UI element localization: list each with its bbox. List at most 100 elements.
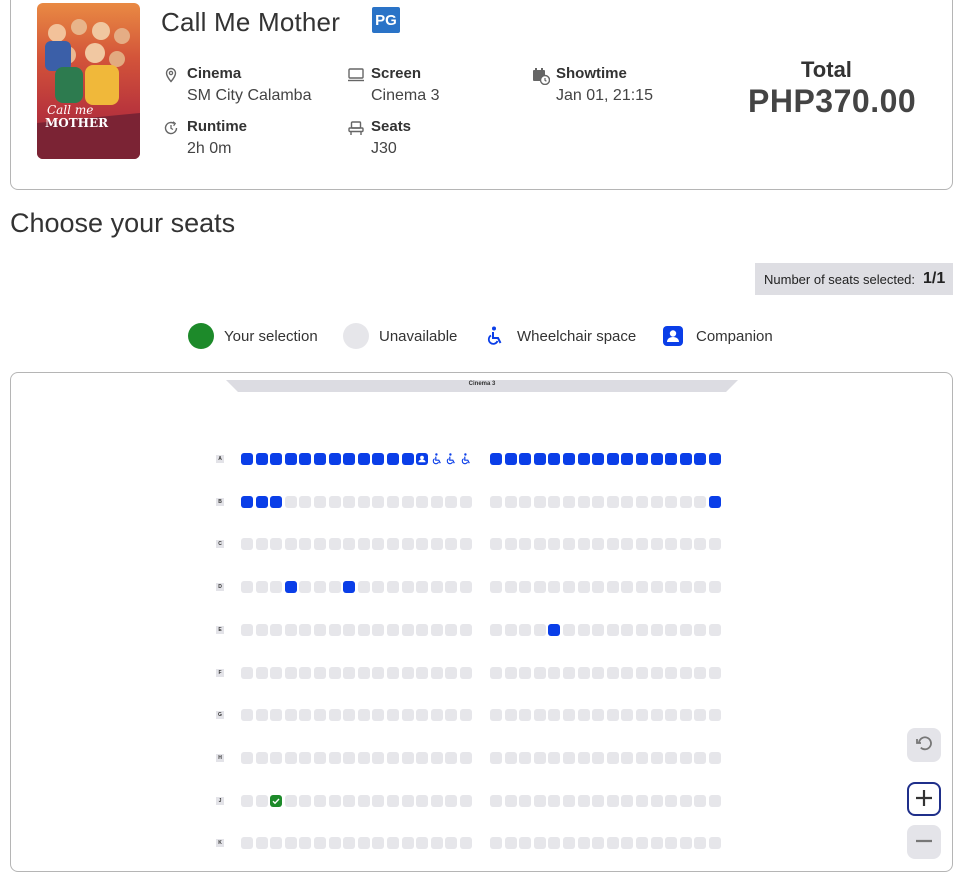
wheelchair-icon	[486, 326, 504, 346]
seat-b-left-3-available[interactable]	[270, 496, 282, 508]
seat-g-left-9-unavailable	[358, 709, 370, 721]
seat-a-left-2-available[interactable]	[256, 453, 268, 465]
seat-g-right-9-unavailable	[607, 709, 619, 721]
seat-f-left-6-unavailable	[314, 667, 326, 679]
seat-c-right-12-unavailable	[651, 538, 663, 550]
seat-j-left-3-selected[interactable]	[270, 795, 282, 807]
seat-j-right-5-unavailable	[548, 795, 560, 807]
seat-c-left-11-unavailable	[387, 538, 399, 550]
seat-f-right-10-unavailable	[621, 667, 633, 679]
seat-e-left-6-unavailable	[314, 624, 326, 636]
seat-e-right-8-unavailable	[592, 624, 604, 636]
seat-k-right-5-unavailable	[548, 837, 560, 849]
seat-k-right-1-unavailable	[490, 837, 502, 849]
seat-e-left-16-unavailable	[460, 624, 472, 636]
seat-a-left-9-available[interactable]	[358, 453, 370, 465]
seat-a-right-12-available[interactable]	[651, 453, 663, 465]
seat-f-right-3-unavailable	[519, 667, 531, 679]
seat-a-left-6-available[interactable]	[314, 453, 326, 465]
seat-a-left-1-available[interactable]	[241, 453, 253, 465]
seat-a-right-10-available[interactable]	[621, 453, 633, 465]
seat-a-left-5-available[interactable]	[299, 453, 311, 465]
seat-a-left-15-wheelchair[interactable]	[445, 453, 457, 465]
seat-e-right-11-unavailable	[636, 624, 648, 636]
seat-b-left-2-available[interactable]	[256, 496, 268, 508]
seat-f-left-12-unavailable	[402, 667, 414, 679]
zoom-out-button[interactable]	[907, 825, 941, 859]
seat-a-left-14-wheelchair[interactable]	[431, 453, 443, 465]
cinema-label: Cinema	[187, 65, 242, 82]
seat-f-right-5-unavailable	[548, 667, 560, 679]
seat-d-right-1-unavailable	[490, 581, 502, 593]
row-label-a: A	[216, 455, 224, 463]
seat-b-right-16-available[interactable]	[709, 496, 721, 508]
seat-h-left-7-unavailable	[329, 752, 341, 764]
seat-k-left-2-unavailable	[256, 837, 268, 849]
seat-a-right-2-available[interactable]	[505, 453, 517, 465]
seat-a-right-3-available[interactable]	[519, 453, 531, 465]
seat-a-right-16-available[interactable]	[709, 453, 721, 465]
seat-g-left-6-unavailable	[314, 709, 326, 721]
seat-a-right-15-available[interactable]	[694, 453, 706, 465]
seat-d-left-8-available[interactable]	[343, 581, 355, 593]
seat-g-left-2-unavailable	[256, 709, 268, 721]
seat-c-left-14-unavailable	[431, 538, 443, 550]
seat-b-right-1-unavailable	[490, 496, 502, 508]
seat-c-right-16-unavailable	[709, 538, 721, 550]
seat-a-right-11-available[interactable]	[636, 453, 648, 465]
seat-a-right-13-available[interactable]	[665, 453, 677, 465]
seat-a-left-4-available[interactable]	[285, 453, 297, 465]
seat-a-left-16-wheelchair[interactable]	[460, 453, 472, 465]
seat-a-right-4-available[interactable]	[534, 453, 546, 465]
seat-d-right-2-unavailable	[505, 581, 517, 593]
choose-seats-heading: Choose your seats	[10, 208, 236, 238]
seat-h-right-5-unavailable	[548, 752, 560, 764]
seat-e-left-11-unavailable	[387, 624, 399, 636]
seat-g-left-10-unavailable	[372, 709, 384, 721]
seat-b-left-9-unavailable	[358, 496, 370, 508]
seat-a-left-10-available[interactable]	[372, 453, 384, 465]
seat-a-left-11-available[interactable]	[387, 453, 399, 465]
seat-k-right-12-unavailable	[651, 837, 663, 849]
seat-k-right-7-unavailable	[578, 837, 590, 849]
seat-k-right-6-unavailable	[563, 837, 575, 849]
showtime-value: Jan 01, 21:15	[556, 87, 653, 104]
poster-title-line2: MOTHER	[45, 116, 109, 130]
seat-a-left-8-available[interactable]	[343, 453, 355, 465]
seat-b-left-15-unavailable	[445, 496, 457, 508]
seats-label: Seats	[371, 118, 412, 135]
seat-e-right-15-unavailable	[694, 624, 706, 636]
seat-a-right-8-available[interactable]	[592, 453, 604, 465]
seat-a-right-14-available[interactable]	[680, 453, 692, 465]
seat-f-left-1-unavailable	[241, 667, 253, 679]
selection-dot-icon	[188, 323, 214, 349]
seat-a-right-1-available[interactable]	[490, 453, 502, 465]
seat-a-right-9-available[interactable]	[607, 453, 619, 465]
seat-e-right-10-unavailable	[621, 624, 633, 636]
seat-d-left-4-available[interactable]	[285, 581, 297, 593]
seat-f-right-2-unavailable	[505, 667, 517, 679]
zoom-in-button[interactable]	[907, 782, 941, 816]
seat-b-left-1-available[interactable]	[241, 496, 253, 508]
seat-a-right-7-available[interactable]	[578, 453, 590, 465]
seat-map[interactable]: Cinema 3 A B C D E F G H J K	[10, 372, 953, 872]
seat-h-right-12-unavailable	[651, 752, 663, 764]
seat-d-left-11-unavailable	[387, 581, 399, 593]
seat-d-right-6-unavailable	[563, 581, 575, 593]
seat-j-right-16-unavailable	[709, 795, 721, 807]
seat-j-right-12-unavailable	[651, 795, 663, 807]
seat-a-left-3-available[interactable]	[270, 453, 282, 465]
seat-b-right-3-unavailable	[519, 496, 531, 508]
seat-j-left-8-unavailable	[343, 795, 355, 807]
seat-c-right-13-unavailable	[665, 538, 677, 550]
seat-e-right-5-available[interactable]	[548, 624, 560, 636]
reset-icon	[914, 734, 934, 757]
seat-a-right-6-available[interactable]	[563, 453, 575, 465]
seat-a-left-13-companion[interactable]	[416, 453, 428, 465]
seat-d-left-6-unavailable	[314, 581, 326, 593]
seat-a-left-7-available[interactable]	[329, 453, 341, 465]
seat-a-right-5-available[interactable]	[548, 453, 560, 465]
seat-k-right-10-unavailable	[621, 837, 633, 849]
seat-a-left-12-available[interactable]	[402, 453, 414, 465]
reset-view-button[interactable]	[907, 728, 941, 762]
